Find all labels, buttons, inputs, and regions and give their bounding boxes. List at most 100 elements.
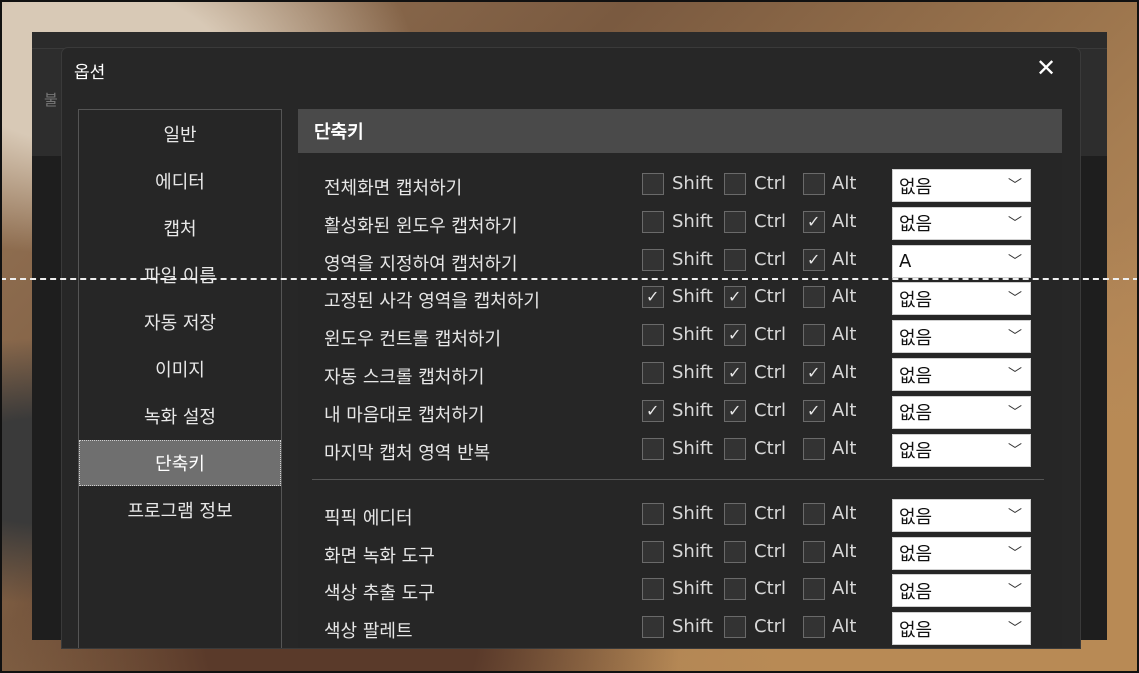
section-header: 단축키: [298, 109, 1062, 153]
key-select-value: 없음: [899, 176, 933, 198]
ctrl-checkbox[interactable]: [724, 248, 746, 271]
alt-label: Alt: [832, 248, 857, 270]
shift-checkbox[interactable]: [642, 362, 664, 384]
key-select-value: 없음: [899, 289, 933, 311]
key-select[interactable]: 없음 ﹀: [892, 320, 1031, 354]
key-select[interactable]: 없음 ﹀: [892, 612, 1031, 646]
sidebar-item[interactable]: 캡처: [79, 205, 281, 251]
ctrl-checkbox[interactable]: ✓: [724, 286, 746, 309]
ctrl-checkbox[interactable]: [724, 616, 746, 639]
ctrl-label: Ctrl: [754, 616, 787, 638]
ctrl-checkbox[interactable]: [724, 173, 746, 195]
shortcut-label: 자동 스크롤 캡처하기: [324, 367, 485, 388]
key-select[interactable]: 없음 ﹀: [892, 206, 1031, 240]
ctrl-checkbox[interactable]: ✓: [724, 362, 746, 384]
chevron-down-icon: ﹀: [1008, 215, 1022, 232]
ctrl-checkbox[interactable]: [724, 578, 746, 601]
shift-checkbox[interactable]: [642, 437, 664, 460]
key-select[interactable]: 없음 ﹀: [892, 395, 1031, 429]
chevron-down-icon: ﹀: [1008, 583, 1022, 600]
key-select[interactable]: 없음 ﹀: [892, 358, 1031, 391]
alt-checkbox[interactable]: [803, 173, 825, 195]
chevron-down-icon: ﹀: [1008, 329, 1022, 346]
alt-checkbox[interactable]: [803, 324, 825, 347]
alt-checkbox[interactable]: [803, 503, 825, 525]
key-select[interactable]: 없음 ﹀: [892, 574, 1031, 608]
sidebar-item[interactable]: 에디터: [79, 158, 281, 204]
shortcut-row: 마지막 캡처 영역 반복 Shift Ctrl Alt 없음 ﹀: [298, 433, 1062, 469]
alt-label: Alt: [832, 362, 857, 383]
chevron-down-icon: ﹀: [1008, 253, 1022, 270]
ctrl-label: Ctrl: [754, 540, 787, 562]
shift-checkbox[interactable]: ✓: [642, 286, 664, 309]
key-select[interactable]: 없음 ﹀: [892, 536, 1031, 570]
alt-checkbox[interactable]: [803, 578, 825, 601]
shift-label: Shift: [672, 324, 713, 346]
shift-label: Shift: [672, 437, 713, 459]
ctrl-label: Ctrl: [754, 248, 787, 270]
shift-checkbox[interactable]: [642, 324, 664, 347]
alt-checkbox[interactable]: ✓: [803, 362, 825, 384]
shift-checkbox[interactable]: [642, 173, 664, 195]
shift-checkbox[interactable]: [642, 248, 664, 271]
alt-checkbox[interactable]: [803, 616, 825, 639]
ctrl-label: Ctrl: [754, 324, 787, 346]
key-select-value: 없음: [899, 544, 933, 566]
sidebar-item[interactable]: 단축키: [79, 440, 281, 486]
alt-checkbox[interactable]: ✓: [803, 248, 825, 271]
key-select[interactable]: 없음 ﹀: [892, 282, 1031, 316]
ctrl-checkbox[interactable]: ✓: [724, 399, 746, 422]
alt-checkbox[interactable]: ✓: [803, 210, 825, 233]
ctrl-label: Ctrl: [754, 286, 787, 308]
shortcut-row: 자동 스크롤 캡처하기 Shift ✓ Ctrl ✓ Alt 없음 ﹀: [298, 357, 1062, 393]
shortcut-label: 전체화면 캡처하기: [324, 178, 463, 199]
shift-checkbox[interactable]: [642, 210, 664, 233]
key-select[interactable]: 없음 ﹀: [892, 499, 1031, 532]
shortcut-label: 활성화된 윈도우 캡처하기: [324, 215, 518, 237]
alt-checkbox[interactable]: [803, 540, 825, 563]
ctrl-checkbox[interactable]: ✓: [724, 324, 746, 347]
sidebar-item[interactable]: 녹화 설정: [79, 393, 281, 439]
sidebar-item[interactable]: 파일 이름: [79, 252, 281, 298]
shift-checkbox[interactable]: [642, 503, 664, 525]
ctrl-label: Ctrl: [754, 399, 787, 421]
ctrl-checkbox[interactable]: [724, 540, 746, 563]
alt-checkbox[interactable]: [803, 286, 825, 309]
ctrl-label: Ctrl: [754, 210, 787, 232]
shift-checkbox[interactable]: [642, 616, 664, 639]
shift-label: Shift: [672, 540, 713, 562]
sidebar-item[interactable]: 일반: [79, 111, 281, 157]
shift-checkbox[interactable]: [642, 578, 664, 601]
chevron-down-icon: ﹀: [1008, 367, 1022, 383]
shift-label: Shift: [672, 503, 713, 524]
close-icon[interactable]: ✕: [1034, 56, 1058, 80]
shift-checkbox[interactable]: ✓: [642, 399, 664, 422]
check-icon: ✓: [646, 287, 660, 307]
alt-label: Alt: [832, 616, 857, 638]
ctrl-checkbox[interactable]: [724, 210, 746, 233]
shortcut-label: 색상 추출 도구: [324, 583, 435, 605]
key-select-value: 없음: [899, 506, 933, 528]
sidebar-item[interactable]: 프로그램 정보: [79, 487, 281, 533]
sidebar-item[interactable]: 이미지: [79, 346, 281, 392]
alt-checkbox[interactable]: [803, 437, 825, 460]
ctrl-checkbox[interactable]: [724, 503, 746, 525]
alt-label: Alt: [832, 540, 857, 562]
shift-label: Shift: [672, 248, 713, 270]
check-icon: ✓: [807, 211, 821, 231]
shift-label: Shift: [672, 362, 713, 383]
key-select-value: 없음: [899, 214, 933, 236]
key-select[interactable]: 없음 ﹀: [892, 433, 1031, 467]
ctrl-label: Ctrl: [754, 578, 787, 600]
key-select[interactable]: A ﹀: [892, 244, 1031, 278]
shift-label: Shift: [672, 286, 713, 308]
ctrl-checkbox[interactable]: [724, 437, 746, 460]
shift-checkbox[interactable]: [642, 540, 664, 563]
alt-checkbox[interactable]: ✓: [803, 399, 825, 422]
shortcut-label: 내 마음대로 캡처하기: [324, 404, 485, 426]
section-divider: [312, 479, 1044, 480]
shortcut-label: 픽픽 에디터: [324, 508, 413, 529]
sidebar-item[interactable]: 자동 저장: [79, 299, 281, 345]
check-icon: ✓: [646, 400, 660, 420]
key-select[interactable]: 없음 ﹀: [892, 169, 1031, 202]
